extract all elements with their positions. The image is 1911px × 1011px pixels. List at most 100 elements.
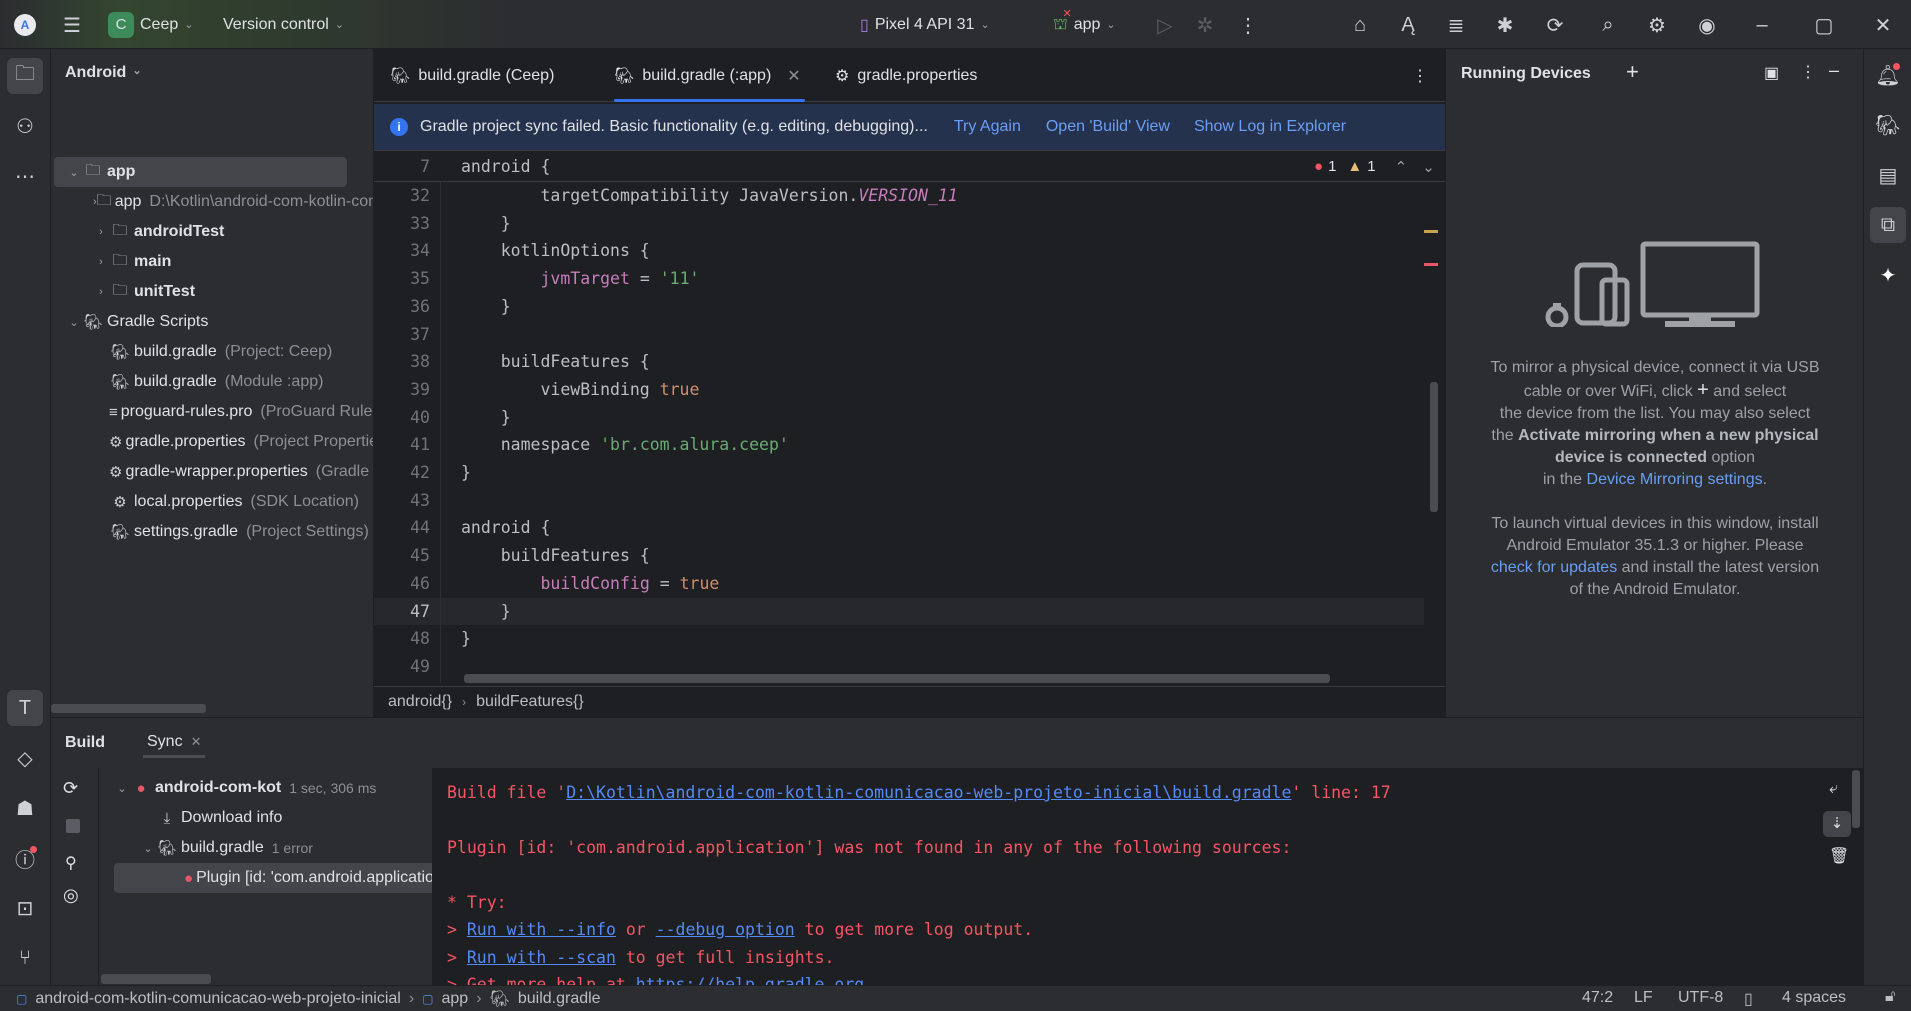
main-menu-icon[interactable]: ☰ — [59, 12, 85, 38]
tree-item[interactable]: ⚙ local.properties (SDK Location) — [54, 487, 373, 517]
options-icon[interactable]: ⋮ — [1800, 62, 1816, 82]
close-tab-icon[interactable]: ✕ — [191, 734, 202, 750]
maximize-icon[interactable]: ▢ — [1811, 12, 1837, 38]
chevron-down-icon[interactable]: ⌄ — [114, 782, 130, 795]
project-view-selector[interactable]: Android ⌄ — [65, 64, 142, 82]
sync-tree-item[interactable]: ⤓ Download info — [100, 803, 423, 833]
device-mirroring-settings-link[interactable]: Device Mirroring settings — [1587, 471, 1763, 488]
tree-item[interactable]: ⌄ 🐘︎ Gradle Scripts — [54, 307, 373, 337]
warning-marker[interactable] — [1424, 230, 1438, 233]
tree-item[interactable]: ⚙gradle-wrapper.properties (Gradle Versio… — [54, 457, 373, 487]
code-line[interactable]: buildFeatures { — [461, 546, 650, 565]
sync-tree-item[interactable]: ⌄ 🐘︎ build.gradle 1 error — [100, 833, 423, 863]
horizontal-scrollbar[interactable] — [101, 974, 211, 984]
attach-debugger-icon[interactable]: ✱ — [1492, 12, 1518, 38]
sync-tree-item[interactable]: ●Plugin [id: 'com.android.application'] … — [114, 863, 432, 893]
translate-icon[interactable]: Ą — [1395, 12, 1421, 38]
app-inspection-icon[interactable]: ☗ — [7, 790, 43, 826]
try-again-link[interactable]: Try Again — [954, 118, 1021, 136]
chevron-down-icon[interactable]: ⌄ — [66, 166, 82, 179]
device-selector[interactable]: ▯ Pixel 4 API 31 ⌄ — [860, 0, 990, 49]
vertical-scrollbar[interactable] — [1430, 382, 1438, 512]
indent-setting[interactable]: 4 spaces — [1782, 989, 1846, 1007]
minimize-icon[interactable]: – — [1749, 12, 1775, 38]
tree-item[interactable]: › 🗀 unitTest — [54, 277, 373, 307]
lock-icon[interactable]: 🔓︎ — [1885, 988, 1895, 1006]
terminal-icon[interactable]: ⊡ — [7, 890, 43, 926]
code-line[interactable]: } — [461, 602, 511, 621]
line-separator[interactable]: LF — [1634, 989, 1653, 1007]
tab-build-gradle-ceep[interactable]: 🐘︎ build.gradle (Ceep) — [390, 49, 554, 102]
next-highlight-icon[interactable]: ⌄ — [1422, 158, 1435, 176]
account-icon[interactable]: ◉ — [1694, 12, 1720, 38]
code-line[interactable]: } — [461, 629, 471, 648]
tab-gradle-properties[interactable]: ⚙ gradle.properties — [835, 49, 977, 102]
inspection-widget[interactable]: ● 1 ▲ 1 ⌃ ⌄ — [1314, 152, 1445, 181]
check-for-updates-link[interactable]: check for updates — [1491, 559, 1617, 576]
tree-item[interactable]: ⚙gradle.properties (Project Properties) — [54, 427, 373, 457]
notifications-bell-icon[interactable]: 🔔︎ — [1870, 57, 1906, 93]
run-icon[interactable]: ▷ — [1152, 12, 1178, 38]
close-icon[interactable]: ✕ — [1870, 12, 1896, 38]
tree-item[interactable]: 🐘︎ build.gradle (Project: Ceep) — [54, 337, 373, 367]
code-line[interactable]: } — [461, 408, 511, 427]
gear-icon[interactable]: ⚙ — [1644, 12, 1670, 38]
code-line[interactable]: targetCompatibility JavaVersion.VERSION_… — [461, 186, 957, 205]
version-control-menu[interactable]: Version control ⌄ — [223, 0, 344, 49]
chevron-right-icon[interactable]: › — [93, 286, 109, 298]
logcat-icon[interactable]: ≣ — [1443, 12, 1469, 38]
tree-item[interactable]: ⌄ 🗀 app — [54, 157, 347, 187]
breadcrumb-item[interactable]: buildFeatures{} — [476, 693, 584, 711]
more-icon[interactable]: ⋮ — [1235, 12, 1261, 38]
code-line[interactable]: } — [461, 297, 511, 316]
tree-item[interactable]: › 🗀 main — [54, 247, 373, 277]
build-hammer-icon[interactable]: T — [7, 690, 43, 726]
tree-item[interactable]: ≡proguard-rules.pro (ProGuard Rules for "… — [54, 397, 373, 427]
tree-item[interactable]: 🐘︎ settings.gradle (Project Settings) — [54, 517, 373, 547]
gradle-icon[interactable]: 🐘︎ — [1870, 107, 1906, 143]
caret-position[interactable]: 47:2 — [1582, 989, 1613, 1007]
error-marker[interactable] — [1424, 263, 1438, 266]
code-line[interactable]: android { — [461, 518, 550, 537]
tab-sync[interactable]: Sync ✕ — [143, 728, 206, 758]
debug-icon[interactable]: ✲ — [1192, 12, 1218, 38]
previous-highlight-icon[interactable]: ⌃ — [1395, 158, 1408, 176]
show-log-link[interactable]: Show Log in Explorer — [1194, 118, 1346, 136]
horizontal-scrollbar[interactable] — [464, 674, 1330, 683]
problems-icon[interactable]: ⓘ — [7, 840, 43, 876]
project-selector[interactable]: C Ceep ⌄ — [108, 0, 193, 49]
code-line[interactable]: kotlinOptions { — [461, 241, 650, 260]
breadcrumb-item[interactable]: android{} — [388, 693, 452, 711]
code-line[interactable]: viewBinding true — [461, 380, 699, 399]
resource-manager-icon[interactable]: ⚇ — [7, 108, 43, 144]
device-file-icon[interactable]: ▤ — [1870, 157, 1906, 193]
chevron-right-icon[interactable]: › — [93, 226, 109, 238]
running-devices-icon[interactable]: ⧉ — [1870, 207, 1906, 243]
pin-icon[interactable]: ⚲ — [65, 853, 77, 873]
trash-icon[interactable]: 🗑︎ — [1829, 846, 1849, 866]
resync-icon[interactable]: ⟳ — [63, 778, 78, 799]
device-manager-icon[interactable]: ⌂ — [1347, 12, 1373, 38]
tree-item[interactable]: › 🗀 androidTest — [54, 217, 373, 247]
breadcrumb-item[interactable]: build.gradle — [518, 990, 601, 1008]
close-tab-icon[interactable]: ✕ — [787, 66, 800, 86]
tab-build[interactable]: Build — [65, 728, 105, 758]
open-build-view-link[interactable]: Open 'Build' View — [1046, 118, 1170, 136]
run-with-info-link[interactable]: Run with --info — [467, 920, 616, 939]
gemini-sparkle-icon[interactable]: ✦ — [1870, 257, 1906, 293]
hide-panel-icon[interactable]: – — [1829, 60, 1839, 81]
code-line[interactable]: buildConfig = true — [461, 574, 719, 593]
code-line[interactable]: jvmTarget = '11' — [461, 269, 699, 288]
eye-filter-icon[interactable]: ◎ — [63, 885, 79, 906]
tab-build-gradle-app[interactable]: 🐘︎ build.gradle (:app) ✕ — [614, 49, 805, 102]
build-file-link[interactable]: D:\Kotlin\android-com-kotlin-comunicacao… — [566, 783, 1291, 802]
chevron-down-icon[interactable]: ⌄ — [66, 316, 82, 329]
chevron-down-icon[interactable]: ⌄ — [140, 842, 156, 855]
git-icon[interactable]: ⑂ — [7, 940, 43, 976]
tree-item[interactable]: ›🗀appD:\Kotlin\android-com-kotlin-comuni… — [54, 187, 373, 217]
gem-icon[interactable]: ◇ — [7, 740, 43, 776]
soft-wrap-icon[interactable]: ⤶ — [1829, 780, 1838, 798]
chevron-right-icon[interactable]: › — [93, 256, 109, 268]
horizontal-scrollbar[interactable] — [51, 704, 206, 713]
scroll-to-end-icon[interactable]: ⇣ — [1823, 811, 1851, 837]
